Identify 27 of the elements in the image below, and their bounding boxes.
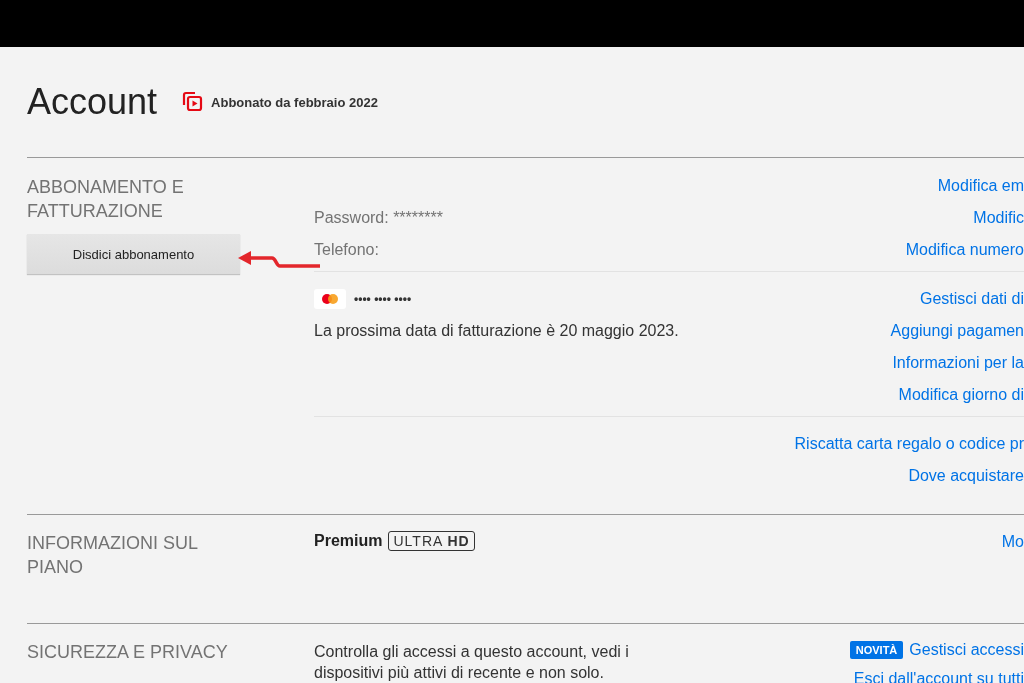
account-detail: Password: ********	[314, 209, 443, 227]
account-link[interactable]: Informazioni per la	[892, 354, 1024, 372]
account-link[interactable]: Modifica giorno di	[898, 386, 1024, 404]
member-since: Abbonato da febbraio 2022	[211, 94, 378, 110]
account-link[interactable]: Modifica em	[937, 177, 1024, 195]
section-title: ABBONAMENTO E FATTURAZIONE	[27, 176, 185, 223]
plan-name: Premium	[314, 532, 383, 550]
card-logo-icon	[314, 289, 346, 309]
account-link[interactable]: Riscatta carta regalo o codice pr	[794, 435, 1024, 453]
account-detail: Telefono:	[314, 241, 379, 259]
security-link[interactable]: Gestisci accessi	[909, 641, 1024, 659]
account-link[interactable]: Dove acquistare	[908, 467, 1024, 485]
card-number: •••• •••• ••••	[354, 292, 412, 306]
account-link[interactable]: Gestisci dati di	[919, 290, 1024, 308]
change-plan-link[interactable]: Mo	[1001, 533, 1024, 551]
account-link[interactable]: Modific	[973, 209, 1024, 227]
account-detail: La prossima data di fatturazione è 20 maggio 2023.	[314, 322, 679, 340]
plan-badge: ULTRA HD	[388, 531, 475, 551]
section-title: INFORMAZIONI SUL PIANO	[27, 532, 199, 579]
account-link[interactable]: Modifica numero	[905, 241, 1024, 259]
section-title: SICUREZZA E PRIVACY	[27, 641, 229, 664]
security-description: Controlla gli accessi a questo account, vedi i dispositivi più attivi di recente e non solo.	[314, 642, 630, 683]
page-title: Account	[27, 81, 158, 123]
stacked-play-icon	[181, 91, 204, 113]
cancel-membership-button[interactable]: Disdici abbonamento	[27, 234, 240, 274]
account-link[interactable]: Aggiungi pagamen	[890, 322, 1024, 340]
new-badge: NOVITÀ	[849, 641, 904, 659]
